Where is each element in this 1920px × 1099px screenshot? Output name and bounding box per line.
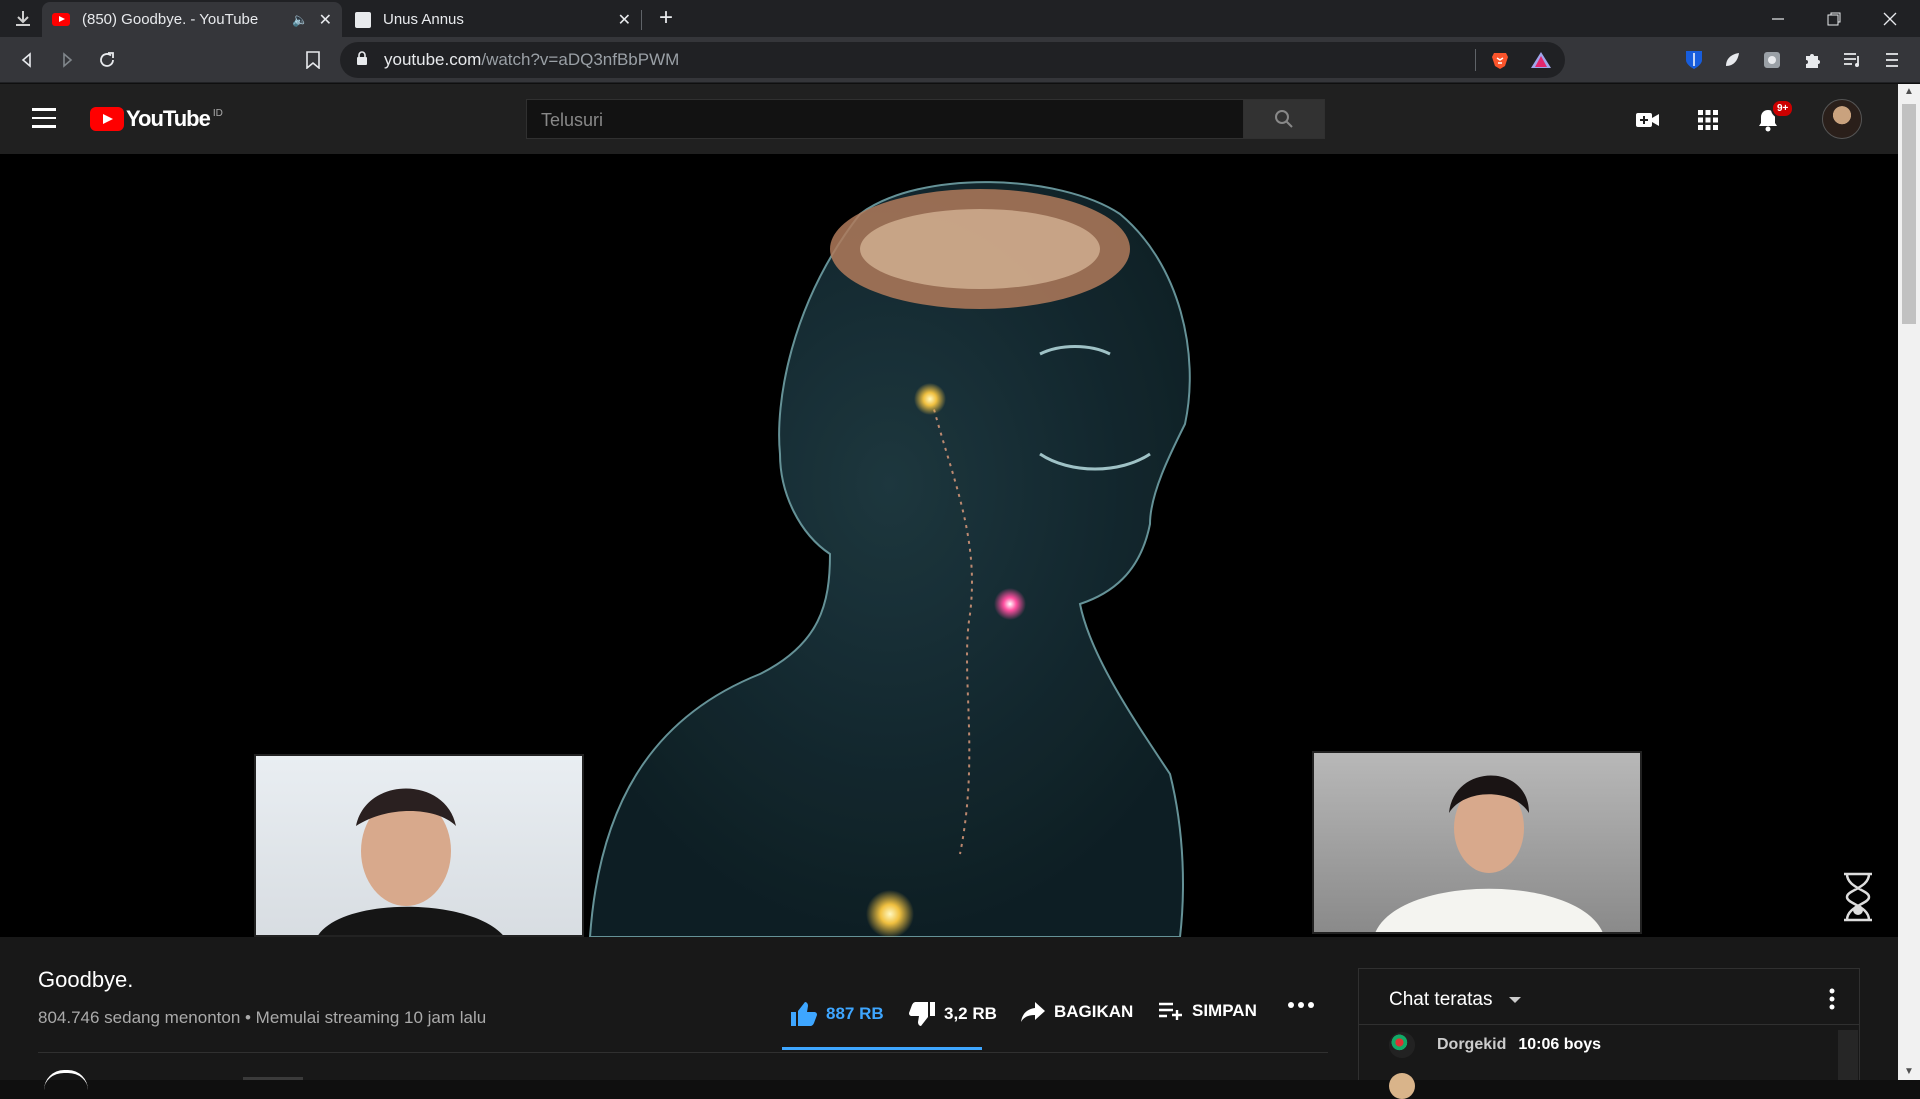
- chat-author-avatar[interactable]: [1389, 1073, 1415, 1099]
- chat-mode-selector[interactable]: Chat teratas: [1389, 989, 1493, 1011]
- hourglass-watermark-icon: [1844, 872, 1872, 922]
- chat-header: Chat teratas: [1359, 969, 1859, 1025]
- url-path: /watch?v=aDQ3nfBbPWM: [481, 50, 680, 69]
- download-icon[interactable]: [10, 6, 36, 32]
- close-window-button[interactable]: [1862, 0, 1918, 37]
- restore-button[interactable]: [1806, 0, 1862, 37]
- search-icon: [1275, 110, 1293, 128]
- new-tab-button[interactable]: +: [652, 4, 680, 32]
- leaf-extension-icon[interactable]: [1718, 46, 1746, 74]
- create-video-icon[interactable]: [1632, 104, 1664, 136]
- apps-grid-icon[interactable]: [1692, 104, 1724, 136]
- youtube-play-icon: [90, 107, 124, 131]
- chat-message: Dorgekid 10:06 boys: [1389, 1031, 1601, 1059]
- back-button[interactable]: [12, 45, 42, 75]
- share-label: BAGIKAN: [1054, 1002, 1134, 1021]
- share-button[interactable]: BAGIKAN: [1020, 1001, 1133, 1023]
- thumbs-down-icon: [909, 1002, 935, 1026]
- tab-title: Unus Annus: [383, 11, 464, 28]
- browser-tab-bar: (850) Goodbye. - YouTube 🔈 ✕ Unus Annus …: [0, 0, 1920, 37]
- tab-separator: [641, 10, 642, 30]
- forward-button[interactable]: [52, 45, 82, 75]
- audio-playing-icon[interactable]: 🔈: [292, 12, 308, 28]
- minimize-button[interactable]: [1750, 0, 1806, 37]
- address-bar[interactable]: youtube.com/watch?v=aDQ3nfBbPWM: [340, 42, 1565, 78]
- unus-annus-favicon-icon: [355, 11, 371, 28]
- video-title: Goodbye.: [38, 967, 134, 992]
- media-controls-icon[interactable]: [1838, 46, 1866, 74]
- add-to-playlist-icon: [1159, 1002, 1182, 1020]
- url-host: youtube.com: [384, 50, 482, 69]
- country-code: ID: [212, 107, 223, 119]
- live-chat-panel: Chat teratas Dorgekid 10:06 boys: [1358, 968, 1860, 1099]
- webcam-overlay-right: [1312, 751, 1642, 934]
- scroll-down-icon[interactable]: ▼: [1904, 1066, 1914, 1077]
- tab-title: (850) Goodbye. - YouTube: [82, 11, 259, 28]
- video-view-meta: 804.746 sedang menonton • Memulai stream…: [38, 1008, 487, 1027]
- url-text[interactable]: youtube.com/watch?v=aDQ3nfBbPWM: [384, 50, 679, 70]
- search-input[interactable]: Telusuri: [541, 110, 603, 131]
- logo-wordmark: YouTube: [126, 106, 211, 131]
- browser-menu-icon[interactable]: [1878, 46, 1906, 74]
- scrollbar-thumb[interactable]: [1902, 104, 1916, 324]
- save-label: SIMPAN: [1192, 1001, 1257, 1020]
- like-button[interactable]: 887 RB: [790, 1001, 884, 1027]
- browser-toolbar: youtube.com/watch?v=aDQ3nfBbPWM: [0, 37, 1920, 83]
- chat-scrollbar[interactable]: [1838, 1030, 1858, 1080]
- youtube-logo[interactable]: YouTube ID: [90, 106, 223, 132]
- channel-avatar[interactable]: [44, 1070, 88, 1090]
- chat-author[interactable]: Dorgekid: [1437, 1036, 1506, 1054]
- search-box[interactable]: Telusuri: [526, 99, 1324, 139]
- scroll-up-icon[interactable]: ▲: [1904, 86, 1914, 97]
- more-actions-button[interactable]: [1288, 1001, 1322, 1009]
- address-divider: [1475, 49, 1476, 71]
- video-player[interactable]: [0, 154, 1898, 937]
- tab-unus-annus[interactable]: Unus Annus ✕: [345, 2, 641, 37]
- thumbs-up-icon: [791, 1002, 817, 1026]
- guide-menu-icon[interactable]: [32, 108, 56, 128]
- youtube-header: YouTube ID Telusuri 9+: [0, 84, 1898, 154]
- tab-youtube[interactable]: (850) Goodbye. - YouTube 🔈 ✕: [42, 2, 342, 37]
- webcam-overlay-left: [254, 754, 584, 937]
- close-tab-icon[interactable]: ✕: [319, 10, 332, 30]
- brave-shields-icon[interactable]: [1490, 50, 1510, 70]
- search-button[interactable]: [1243, 99, 1325, 139]
- reload-button[interactable]: [92, 45, 122, 75]
- extensions-puzzle-icon[interactable]: [1798, 46, 1826, 74]
- dislike-count: 3,2 RB: [944, 1004, 997, 1023]
- more-horizontal-icon: [1288, 1002, 1314, 1008]
- like-ratio-bar: [782, 1047, 982, 1050]
- bitwarden-extension-icon[interactable]: [1680, 46, 1708, 74]
- chevron-down-icon[interactable]: [1509, 997, 1521, 1003]
- youtube-favicon-icon: [52, 13, 70, 26]
- close-tab-icon[interactable]: ✕: [618, 10, 631, 30]
- video-actions: 887 RB 3,2 RB BAGIKAN SIMPAN: [780, 1001, 1340, 1035]
- screenshot-extension-icon[interactable]: [1758, 46, 1786, 74]
- bookmark-icon[interactable]: [298, 45, 328, 75]
- save-button[interactable]: SIMPAN: [1158, 1001, 1257, 1021]
- lock-icon: [357, 51, 367, 65]
- chat-text: 10:06 boys: [1518, 1036, 1602, 1053]
- brave-rewards-icon[interactable]: [1530, 51, 1552, 69]
- notification-count-badge: 9+: [1771, 99, 1795, 118]
- like-count: 887 RB: [826, 1004, 884, 1023]
- page-scrollbar[interactable]: ▲ ▼: [1898, 84, 1920, 1080]
- dislike-button[interactable]: 3,2 RB: [908, 1001, 997, 1027]
- account-avatar[interactable]: [1822, 99, 1862, 139]
- more-vertical-icon[interactable]: [1822, 987, 1842, 1011]
- chat-author-avatar[interactable]: [1389, 1032, 1415, 1058]
- info-divider: [38, 1052, 1328, 1053]
- share-icon: [1021, 1002, 1045, 1022]
